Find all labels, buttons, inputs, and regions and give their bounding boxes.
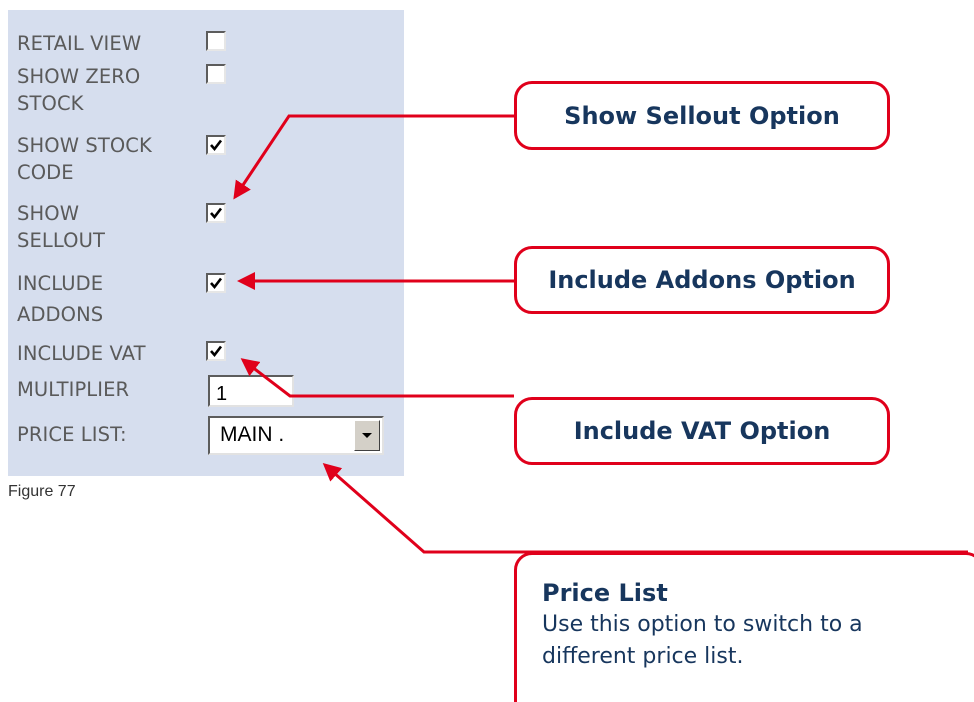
- include-vat-checkbox[interactable]: [206, 341, 226, 361]
- show-zero-stock-checkbox[interactable]: [206, 64, 226, 84]
- check-icon: [210, 277, 223, 290]
- chevron-down-icon: [362, 433, 372, 438]
- price-list-label: PRICE LIST:: [17, 423, 127, 446]
- price-list-select[interactable]: MAIN .: [208, 416, 384, 455]
- callout-include-addons-text: Include Addons Option: [548, 266, 856, 294]
- show-stock-code-label-line1: SHOW STOCK: [17, 134, 152, 157]
- price-list-value: MAIN .: [220, 423, 285, 446]
- include-addons-label-line1: INCLUDE: [17, 272, 104, 295]
- show-stock-code-label-line2: CODE: [17, 161, 74, 184]
- figure-caption: Figure 77: [8, 483, 76, 500]
- include-addons-label-line2: ADDONS: [17, 303, 104, 326]
- check-icon: [210, 207, 223, 220]
- callout-price-list: Price List Use this option to switch to …: [514, 552, 974, 702]
- callout-include-vat: Include VAT Option: [514, 397, 890, 465]
- retail-view-checkbox[interactable]: [206, 31, 226, 51]
- price-list-dropdown-button[interactable]: [354, 420, 380, 451]
- callout-include-addons: Include Addons Option: [514, 246, 890, 314]
- callout-price-list-body-line1: Use this option to switch to a: [542, 612, 863, 637]
- callout-show-sellout-text: Show Sellout Option: [564, 101, 840, 130]
- retail-view-label: RETAIL VIEW: [17, 32, 142, 55]
- include-addons-checkbox[interactable]: [206, 273, 226, 293]
- show-sellout-label-line2: SELLOUT: [17, 229, 105, 252]
- multiplier-input[interactable]: 1: [208, 375, 294, 407]
- callout-include-vat-text: Include VAT Option: [573, 417, 831, 445]
- callout-price-list-title: Price List: [542, 579, 668, 607]
- check-icon: [210, 345, 223, 358]
- show-zero-stock-label-line2: STOCK: [17, 92, 84, 115]
- check-icon: [210, 139, 223, 152]
- multiplier-label: MULTIPLIER: [17, 378, 130, 401]
- show-sellout-label-line1: SHOW: [17, 202, 80, 225]
- show-sellout-checkbox[interactable]: [206, 203, 226, 223]
- show-zero-stock-label-line1: SHOW ZERO: [17, 65, 141, 88]
- callout-show-sellout: Show Sellout Option: [514, 81, 890, 150]
- show-stock-code-checkbox[interactable]: [206, 135, 226, 155]
- include-vat-label: INCLUDE VAT: [17, 342, 146, 365]
- callout-price-list-body-line2: different price list.: [542, 644, 744, 669]
- arrow-price-list: [322, 463, 968, 554]
